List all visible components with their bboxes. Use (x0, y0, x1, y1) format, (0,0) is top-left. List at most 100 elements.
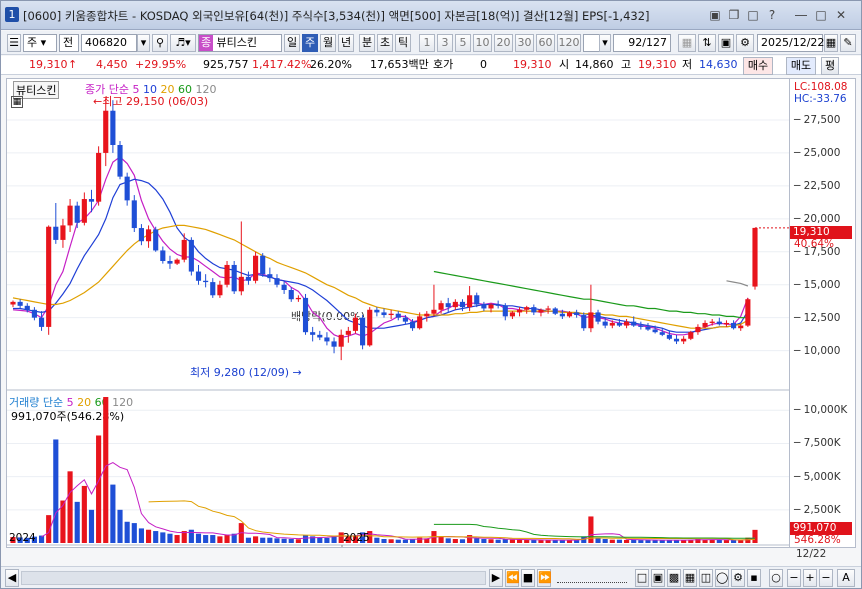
interval-1[interactable]: 1 (419, 34, 435, 52)
stock-name-field[interactable]: 종 뷰티스킨 (198, 34, 282, 52)
sound-icon[interactable]: ♬▾ (170, 34, 196, 52)
candle-body (545, 308, 551, 310)
scroll-left-icon[interactable]: ◀ (5, 569, 19, 587)
chart-area[interactable]: 뷰티스킨 ▦ 종가 단순 5 10 20 60 120 ←최고 29,150 (… (6, 78, 790, 548)
high-value: 19,310 (638, 58, 677, 71)
interval-20[interactable]: 20 (494, 34, 513, 52)
candle-body (402, 317, 408, 322)
date-input[interactable]: 2025/12/22 (757, 34, 824, 52)
period-type-select[interactable]: 주 ▾ (23, 34, 57, 52)
view-icon-2[interactable]: ▣ (651, 569, 665, 587)
zoom-in-icon[interactable]: + (803, 569, 817, 587)
search-icon[interactable]: ⚲ (152, 34, 168, 52)
view-icon-3[interactable]: ▩ (667, 569, 681, 587)
tab-month[interactable]: 월 (320, 34, 336, 52)
candle-body (167, 261, 173, 264)
view-icon-7[interactable]: ⚙ (731, 569, 745, 587)
interval-30[interactable]: 30 (515, 34, 534, 52)
eval-button[interactable]: 평 (821, 57, 839, 75)
volume-bar (188, 529, 194, 543)
interval-60[interactable]: 60 (536, 34, 555, 52)
volume-bar (516, 539, 523, 543)
buy-button[interactable]: 매수 (743, 57, 773, 75)
tab-minute[interactable]: 분 (359, 34, 375, 52)
play-icon[interactable]: ▶ (489, 569, 503, 587)
candle-body (467, 295, 473, 308)
candle-body (488, 304, 494, 309)
tab-day[interactable]: 일 (284, 34, 300, 52)
candle-body (217, 284, 223, 296)
interval-120[interactable]: 120 (557, 34, 581, 52)
tab-second[interactable]: 초 (377, 34, 393, 52)
interval-3[interactable]: 3 (437, 34, 453, 52)
candle-body (459, 301, 466, 308)
tab-tick[interactable]: 틱 (395, 34, 411, 52)
tab-year[interactable]: 년 (338, 34, 354, 52)
window-number[interactable]: 1 (5, 7, 19, 22)
volume-bar (288, 539, 294, 543)
trading-amount: 17,653백만 (370, 58, 429, 71)
rewind-icon[interactable]: ⏪ (505, 569, 520, 587)
candle-body (659, 332, 665, 335)
save-icon[interactable]: ▣ (718, 34, 734, 52)
duplicate-icon[interactable]: ❐ (726, 7, 742, 23)
candle-body (395, 313, 401, 318)
price-tick-label: ─ 22,500 (794, 179, 841, 192)
volume-bar (638, 540, 644, 543)
candle-body (702, 322, 708, 327)
volume-bar (624, 539, 630, 543)
candle-body (752, 227, 758, 287)
calendar-icon[interactable]: ▦ (824, 34, 838, 52)
code-dropdown-icon[interactable]: ▾ (137, 34, 150, 52)
code-input[interactable]: 406820 (81, 34, 137, 52)
stop-icon[interactable]: ■ (521, 569, 535, 587)
candle-body (345, 330, 351, 335)
maximize-icon[interactable]: □ (813, 7, 829, 23)
frame-icon[interactable]: □ (745, 7, 761, 23)
stock-name: 뷰티스킨 (216, 36, 257, 49)
tab-week[interactable]: 주 (302, 34, 318, 52)
market-select[interactable]: 전 (59, 34, 79, 52)
grid-icon[interactable]: ▦ (678, 34, 696, 52)
tool-icon[interactable]: ✎ (840, 34, 856, 52)
volume-bar (245, 537, 252, 543)
zoom-out-icon[interactable]: − (787, 569, 801, 587)
interval-10[interactable]: 10 (473, 34, 492, 52)
candle-body (388, 313, 394, 316)
menu-icon[interactable]: ☰ (7, 34, 21, 52)
candle-body (295, 297, 301, 300)
settings-icon[interactable]: ⚙ (736, 34, 754, 52)
volume-bar (81, 485, 87, 543)
count-field[interactable]: 92/127 (613, 34, 671, 52)
zoom-slider[interactable] (557, 575, 627, 583)
chart-add-icon[interactable]: ⇅ (698, 34, 716, 52)
volume-bar (752, 529, 758, 543)
view-icon-4[interactable]: ▦ (683, 569, 697, 587)
volume-bar (731, 540, 737, 543)
volume-bar (217, 536, 223, 543)
crosshair-icon[interactable]: ○ (769, 569, 783, 587)
view-icon-8[interactable]: ▪ (747, 569, 761, 587)
zoom-reset-icon[interactable]: − (819, 569, 833, 587)
candle-body (374, 309, 380, 313)
title-bar: 1 [0600] 키움종합차트 - KOSDAQ 외국인보유[64(천)] 주식… (1, 1, 861, 30)
volume-bar (631, 539, 637, 543)
interval-dropdown-icon[interactable]: ▾ (599, 34, 611, 52)
volume-ma5-line (41, 462, 756, 541)
link-icon[interactable]: ▣ (707, 7, 723, 23)
view-icon-5[interactable]: ◫ (699, 569, 713, 587)
fast-forward-icon[interactable]: ⏩ (537, 569, 552, 587)
view-icon-6[interactable]: ◯ (715, 569, 729, 587)
candle-body (96, 152, 102, 202)
interval-5[interactable]: 5 (455, 34, 471, 52)
sell-button[interactable]: 매도 (786, 57, 816, 75)
volume-bar (117, 509, 123, 543)
candle-body (103, 110, 109, 153)
scrollbar-track[interactable] (21, 571, 486, 585)
font-size-icon[interactable]: A (837, 569, 855, 587)
view-icon-1[interactable]: □ (635, 569, 649, 587)
close-icon[interactable]: ✕ (833, 7, 849, 23)
minimize-icon[interactable]: ― (793, 7, 809, 23)
help-icon[interactable]: ? (764, 7, 780, 23)
candle-body (709, 321, 715, 323)
